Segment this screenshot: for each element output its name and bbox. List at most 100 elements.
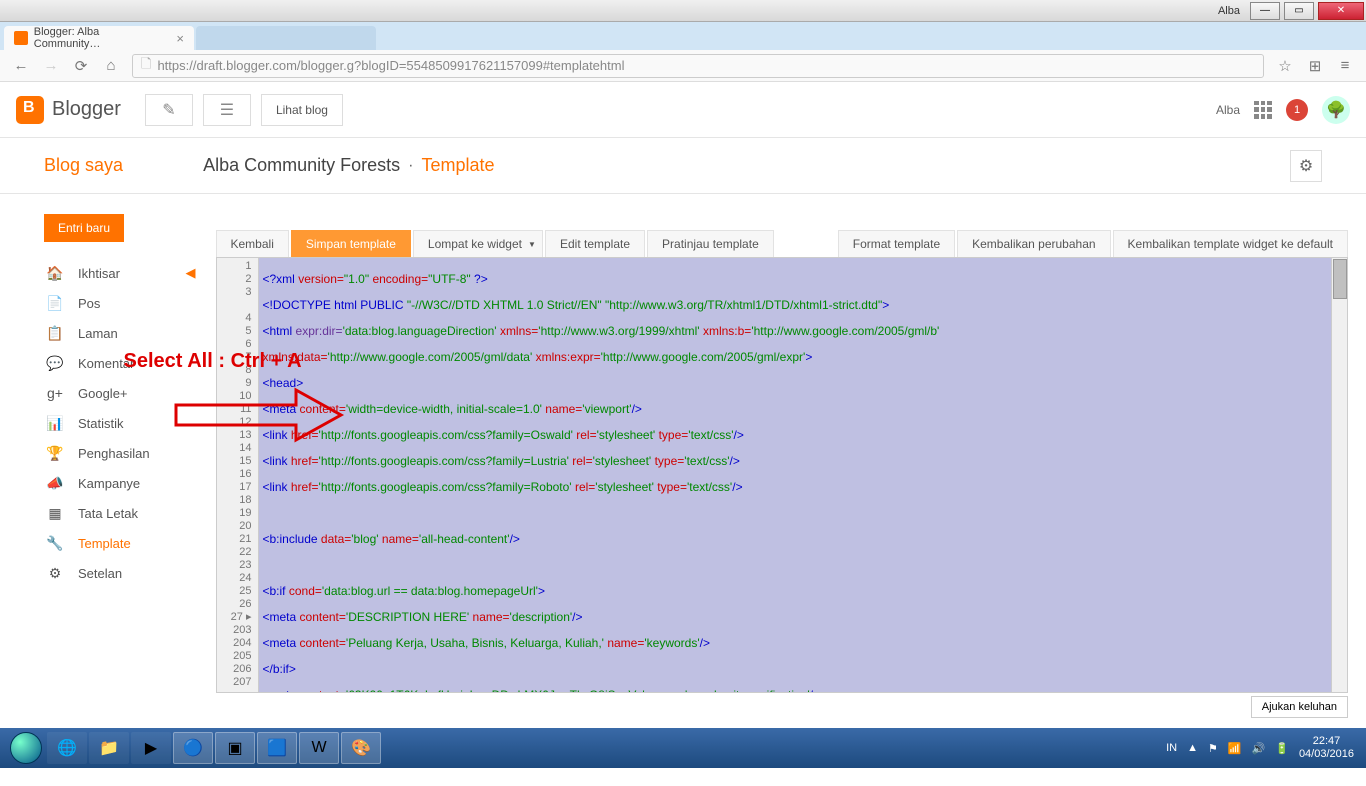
settings-gear-button[interactable]: ⚙: [1290, 150, 1322, 182]
jump-to-widget-button[interactable]: Lompat ke widget: [413, 230, 543, 257]
blogger-logo[interactable]: Blogger: [16, 96, 121, 124]
view-blog-button[interactable]: Lihat blog: [261, 94, 343, 126]
home-icon[interactable]: ⌂: [100, 55, 122, 77]
sidebar-item-komentar[interactable]: 💬 Komentar: [44, 348, 216, 378]
sidebar: Entri baru 🏠Ikhtisar◀📄Pos 📋 Laman 💬 Komentar…: [0, 194, 216, 786]
sidebar-icon: 🏆: [44, 442, 66, 464]
sidebar-item-label: Penghasilan: [78, 446, 150, 461]
sidebar-item-label: Laman: [78, 326, 118, 341]
browser-tab-active[interactable]: Blogger: Alba Community… ×: [4, 26, 194, 50]
tray-chevron-icon[interactable]: ▲: [1187, 742, 1198, 754]
preview-template-button[interactable]: Pratinjau template: [647, 230, 774, 257]
posts-list-button[interactable]: ☰: [203, 94, 251, 126]
tab-title: Blogger: Alba Community…: [34, 26, 167, 50]
taskbar-media-icon[interactable]: ▶: [131, 732, 171, 764]
taskbar-paint-icon[interactable]: 🎨: [341, 732, 381, 764]
code-editor[interactable]: 1234567891011121314151617181920212223242…: [216, 257, 1349, 693]
extension-icon[interactable]: ⊞: [1304, 55, 1326, 77]
sidebar-item-label: Tata Letak: [78, 506, 138, 521]
taskbar-explorer-icon[interactable]: 📁: [89, 732, 129, 764]
back-icon[interactable]: ←: [10, 55, 32, 77]
tab-close-icon[interactable]: ×: [176, 31, 184, 46]
breadcrumb-separator: ·: [408, 157, 413, 175]
sidebar-item-laman[interactable]: 📋 Laman: [44, 318, 216, 348]
sidebar-icon: 🔧: [44, 532, 66, 554]
sidebar-icon: 📊: [44, 412, 66, 434]
blogger-subheader: Blog saya Alba Community Forests · Templ…: [0, 138, 1366, 194]
window-close-button[interactable]: ✕: [1318, 2, 1364, 20]
taskbar-app1-icon[interactable]: ▣: [215, 732, 255, 764]
browser-toolbar: ← → ⟳ ⌂ 🗋 https://draft.blogger.com/blog…: [0, 50, 1366, 82]
bookmark-icon[interactable]: ☆: [1274, 55, 1296, 77]
sidebar-item-tata-letak[interactable]: ▦ Tata Letak: [44, 498, 216, 528]
tray-clock[interactable]: 22:47 04/03/2016: [1299, 735, 1360, 761]
main-area: Entri baru 🏠Ikhtisar◀📄Pos 📋 Laman 💬 Komentar…: [0, 194, 1366, 786]
url-text: https://draft.blogger.com/blogger.g?blog…: [157, 58, 624, 73]
blogger-favicon-icon: [14, 31, 28, 45]
tray-lang[interactable]: IN: [1166, 742, 1177, 754]
taskbar-app2-icon[interactable]: 🟦: [257, 732, 297, 764]
menu-icon[interactable]: ≡: [1334, 55, 1356, 77]
back-button[interactable]: Kembali: [216, 230, 289, 257]
taskbar-ie-icon[interactable]: 🌐: [47, 732, 87, 764]
window-maximize-button[interactable]: ▭: [1284, 2, 1314, 20]
revert-changes-button[interactable]: Kembalikan perubahan: [957, 230, 1110, 257]
window-minimize-button[interactable]: —: [1250, 2, 1280, 20]
line-number-gutter: 1234567891011121314151617181920212223242…: [217, 258, 259, 692]
blogger-brand: Blogger: [52, 98, 121, 121]
apps-grid-icon[interactable]: [1254, 101, 1272, 119]
browser-tab-inactive[interactable]: [196, 26, 376, 50]
save-template-button[interactable]: Simpan template: [291, 230, 411, 257]
sidebar-item-penghasilan[interactable]: 🏆 Penghasilan: [44, 438, 216, 468]
scrollbar-thumb[interactable]: [1333, 259, 1347, 299]
tray-volume-icon[interactable]: 🔊: [1252, 742, 1266, 755]
sidebar-item-template[interactable]: 🔧 Template: [44, 528, 216, 558]
sidebar-icon: 💬: [44, 352, 66, 374]
sidebar-item-pos[interactable]: 📄Pos: [44, 288, 216, 318]
sidebar-item-label: Komentar: [78, 356, 134, 371]
system-tray: IN ▲ ⚑ 📶 🔊 🔋 22:47 04/03/2016: [1166, 735, 1360, 761]
sidebar-icon: ▦: [44, 502, 66, 524]
sidebar-item-google+[interactable]: g+Google+: [44, 378, 216, 408]
compose-button[interactable]: ✎: [145, 94, 193, 126]
windows-taskbar: 🌐 📁 ▶ 🔵 ▣ 🟦 W 🎨 IN ▲ ⚑ 📶 🔊 🔋 22:47 04/03…: [0, 728, 1366, 768]
header-username[interactable]: Alba: [1216, 103, 1240, 117]
sidebar-item-setelan[interactable]: ⚙Setelan: [44, 558, 216, 588]
my-blogs-link[interactable]: Blog saya: [44, 155, 123, 176]
blogger-logo-icon: [16, 96, 44, 124]
user-avatar[interactable]: 🌳: [1322, 96, 1350, 124]
arrow-icon: ◀: [186, 265, 196, 281]
taskbar-word-icon[interactable]: W: [299, 732, 339, 764]
notifications-badge[interactable]: 1: [1286, 99, 1308, 121]
start-button[interactable]: [6, 728, 46, 768]
sidebar-item-label: Statistik: [78, 416, 124, 431]
edit-template-button[interactable]: Edit template: [545, 230, 645, 257]
section-title: Template: [421, 155, 494, 176]
sidebar-icon: 📋: [44, 322, 66, 344]
forward-icon[interactable]: →: [40, 55, 62, 77]
report-complaint-button[interactable]: Ajukan keluhan: [1251, 696, 1348, 718]
address-bar[interactable]: 🗋 https://draft.blogger.com/blogger.g?bl…: [132, 54, 1264, 78]
sidebar-item-label: Template: [78, 536, 131, 551]
window-user: Alba: [1218, 5, 1240, 17]
code-content[interactable]: <?xml version="1.0" encoding="UTF-8" ?> …: [259, 258, 1332, 692]
revert-widget-button[interactable]: Kembalikan template widget ke default: [1113, 230, 1348, 257]
taskbar-chrome-icon[interactable]: 🔵: [173, 732, 213, 764]
template-toolbar: Kembali Simpan template Lompat ke widget…: [216, 230, 1349, 257]
sidebar-item-kampanye[interactable]: 📣Kampanye: [44, 468, 216, 498]
sidebar-item-ikhtisar[interactable]: 🏠Ikhtisar◀: [44, 258, 216, 288]
format-template-button[interactable]: Format template: [838, 230, 955, 257]
sidebar-item-label: Google+: [78, 386, 128, 401]
windows-orb-icon: [10, 732, 42, 764]
window-titlebar: Alba — ▭ ✕: [0, 0, 1366, 22]
new-entry-button[interactable]: Entri baru: [44, 214, 124, 242]
tray-battery-icon[interactable]: 🔋: [1275, 742, 1289, 755]
reload-icon[interactable]: ⟳: [70, 55, 92, 77]
editor-scrollbar[interactable]: [1331, 258, 1347, 692]
blog-name: Alba Community Forests: [203, 155, 400, 176]
sidebar-item-label: Pos: [78, 296, 100, 311]
sidebar-item-statistik[interactable]: 📊 Statistik: [44, 408, 216, 438]
tray-flag-icon[interactable]: ⚑: [1208, 742, 1218, 755]
sidebar-item-label: Kampanye: [78, 476, 140, 491]
tray-wifi-icon[interactable]: 📶: [1228, 742, 1242, 755]
